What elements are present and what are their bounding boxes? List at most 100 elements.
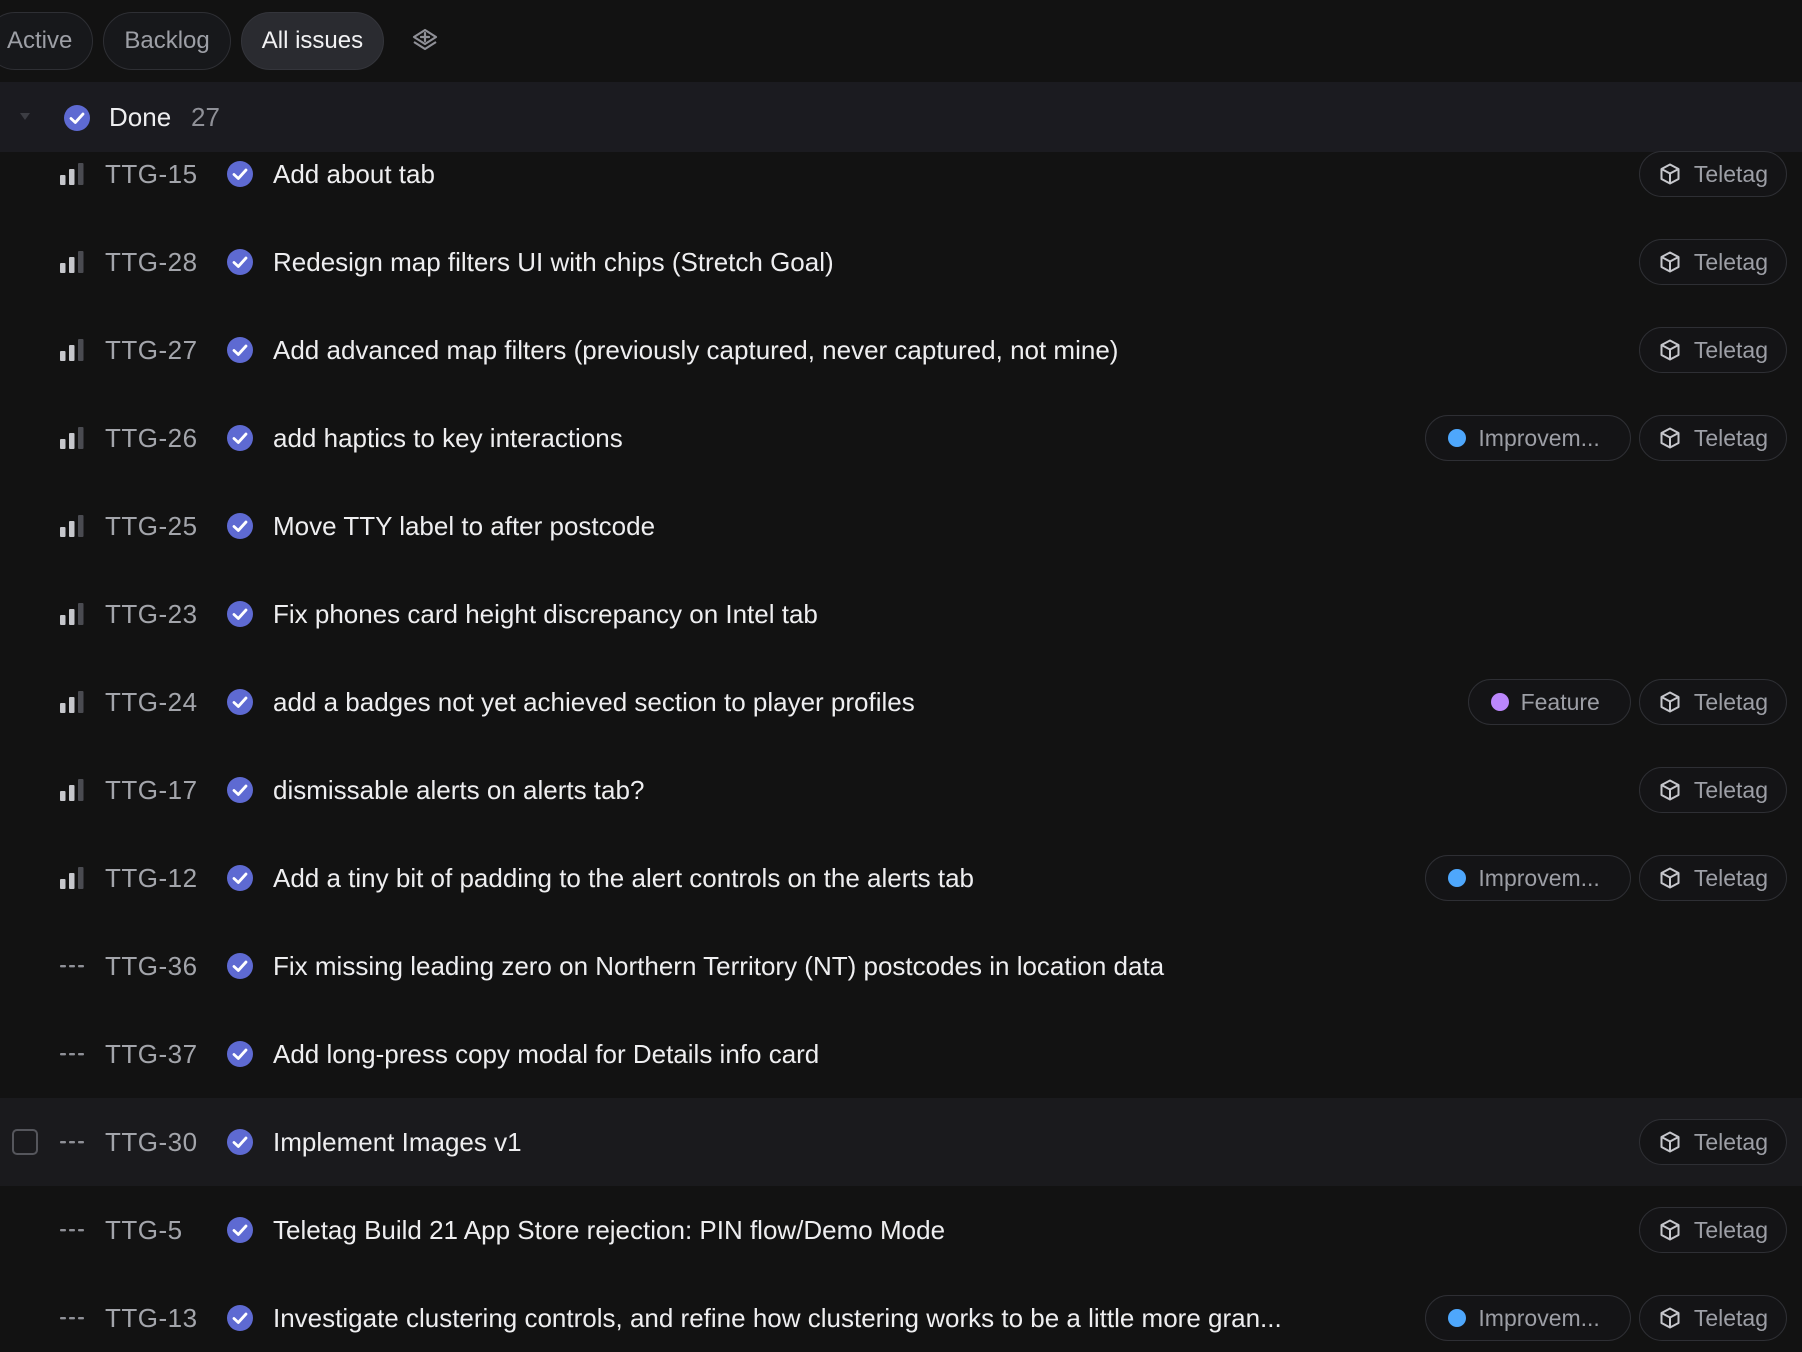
project-chip[interactable]: Teletag — [1638, 151, 1787, 197]
project-name: Teletag — [1693, 336, 1768, 363]
issue-labels: Teletag — [1638, 1119, 1787, 1165]
issue-row[interactable]: TTG-26 add haptics to key interactions Imp… — [0, 394, 1802, 482]
project-chip[interactable]: Teletag — [1638, 855, 1787, 901]
done-status-icon[interactable] — [226, 248, 254, 276]
issue-row[interactable]: TTG-25 Move TTY label to after postcode — [0, 482, 1802, 570]
done-status-icon[interactable] — [226, 336, 254, 364]
issue-row[interactable]: TTG-12 Add a tiny bit of padding to the a… — [0, 834, 1802, 922]
label-name: Improvem... — [1478, 1304, 1600, 1331]
group-count: 27 — [191, 101, 220, 132]
project-cube-icon — [1660, 427, 1680, 449]
row-select-checkbox[interactable] — [12, 1129, 38, 1155]
issue-row[interactable]: TTG-24 add a badges not yet achieved sect… — [0, 658, 1802, 746]
done-status-icon[interactable] — [226, 864, 254, 892]
issue-row[interactable]: TTG-27 Add advanced map filters (previous… — [0, 306, 1802, 394]
issue-row[interactable]: TTG-17 dismissable alerts on alerts tab? T… — [0, 746, 1802, 834]
done-status-icon — [64, 105, 90, 131]
medium-priority-icon[interactable] — [58, 250, 86, 274]
done-status-icon[interactable] — [226, 600, 254, 628]
issue-labels: Improvem... Teletag — [1425, 1295, 1787, 1341]
project-name: Teletag — [1693, 864, 1768, 891]
no-priority-icon[interactable] — [58, 1042, 86, 1066]
issue-title[interactable]: dismissable alerts on alerts tab? — [273, 775, 644, 806]
project-chip[interactable]: Teletag — [1638, 415, 1787, 461]
chevron-down-icon[interactable] — [18, 110, 32, 122]
project-chip[interactable]: Teletag — [1638, 1207, 1787, 1253]
no-priority-icon[interactable] — [58, 1130, 86, 1154]
label-chip[interactable]: Feature — [1467, 679, 1631, 725]
no-priority-icon[interactable] — [58, 1218, 86, 1242]
issue-id: TTG-23 — [105, 598, 198, 629]
label-chip[interactable]: Improvem... — [1425, 855, 1631, 901]
project-chip[interactable]: Teletag — [1638, 679, 1787, 725]
medium-priority-icon[interactable] — [58, 426, 86, 450]
issue-title[interactable]: Add about tab — [273, 159, 435, 190]
done-status-icon[interactable] — [226, 688, 254, 716]
label-chip[interactable]: Improvem... — [1425, 1295, 1631, 1341]
project-cube-icon — [1660, 691, 1680, 713]
done-status-icon[interactable] — [226, 512, 254, 540]
issue-row[interactable]: TTG-30 Implement Images v1 Teletag — [0, 1098, 1802, 1186]
medium-priority-icon[interactable] — [58, 162, 86, 186]
issue-title[interactable]: Move TTY label to after postcode — [273, 511, 655, 542]
project-cube-icon — [1660, 339, 1680, 361]
issue-title[interactable]: Implement Images v1 — [273, 1127, 522, 1158]
issue-labels: Feature Teletag — [1467, 679, 1787, 725]
issue-row[interactable]: TTG-28 Redesign map filters UI with chips… — [0, 218, 1802, 306]
issue-title[interactable]: Teletag Build 21 App Store rejection: PI… — [273, 1215, 945, 1246]
issue-title[interactable]: Fix phones card height discrepancy on In… — [273, 599, 818, 630]
tab-active[interactable]: Active — [0, 12, 94, 70]
project-chip[interactable]: Teletag — [1638, 239, 1787, 285]
project-name: Teletag — [1693, 1128, 1768, 1155]
issue-labels: Improvem... Teletag — [1425, 855, 1787, 901]
issue-title[interactable]: Redesign map filters UI with chips (Stre… — [273, 247, 834, 278]
done-status-icon[interactable] — [226, 1040, 254, 1068]
done-status-icon[interactable] — [226, 424, 254, 452]
done-status-icon[interactable] — [226, 1216, 254, 1244]
project-chip[interactable]: Teletag — [1638, 327, 1787, 373]
done-status-icon[interactable] — [226, 776, 254, 804]
issue-id: TTG-27 — [105, 334, 198, 365]
done-status-icon[interactable] — [226, 952, 254, 980]
project-chip[interactable]: Teletag — [1638, 1295, 1787, 1341]
issue-title[interactable]: add haptics to key interactions — [273, 423, 623, 454]
done-status-icon[interactable] — [226, 160, 254, 188]
project-chip[interactable]: Teletag — [1638, 1119, 1787, 1165]
label-name: Feature — [1520, 688, 1600, 715]
no-priority-icon[interactable] — [58, 1306, 86, 1330]
medium-priority-icon[interactable] — [58, 690, 86, 714]
issue-row[interactable]: TTG-36 Fix missing leading zero on Northe… — [0, 922, 1802, 1010]
project-chip[interactable]: Teletag — [1638, 767, 1787, 813]
label-chip[interactable]: Improvem... — [1425, 415, 1631, 461]
medium-priority-icon[interactable] — [58, 602, 86, 626]
project-name: Teletag — [1693, 1216, 1768, 1243]
group-title: Done — [109, 101, 172, 132]
tab-backlog[interactable]: Backlog — [103, 12, 231, 70]
issue-title[interactable]: Add long-press copy modal for Details in… — [273, 1039, 819, 1070]
label-color-dot — [1490, 693, 1509, 711]
issue-labels: Teletag — [1638, 327, 1787, 373]
medium-priority-icon[interactable] — [58, 866, 86, 890]
medium-priority-icon[interactable] — [58, 514, 86, 538]
project-cube-icon — [1660, 779, 1680, 801]
view-options-icon[interactable] — [408, 24, 442, 58]
issue-title[interactable]: add a badges not yet achieved section to… — [273, 687, 915, 718]
label-name: Improvem... — [1478, 864, 1600, 891]
issue-row[interactable]: TTG-37 Add long-press copy modal for Deta… — [0, 1010, 1802, 1098]
issue-row[interactable]: TTG-15 Add about tab Teletag — [0, 130, 1802, 218]
issue-title[interactable]: Add advanced map filters (previously cap… — [273, 335, 1118, 366]
no-priority-icon[interactable] — [58, 954, 86, 978]
done-status-icon[interactable] — [226, 1304, 254, 1332]
issue-id: TTG-25 — [105, 510, 198, 541]
project-cube-icon — [1660, 1219, 1680, 1241]
medium-priority-icon[interactable] — [58, 338, 86, 362]
tab-all-issues[interactable]: All issues — [240, 12, 385, 70]
issue-title[interactable]: Fix missing leading zero on Northern Ter… — [273, 951, 1164, 982]
issue-row[interactable]: TTG-23 Fix phones card height discrepancy… — [0, 570, 1802, 658]
issue-title[interactable]: Add a tiny bit of padding to the alert c… — [273, 863, 974, 894]
done-status-icon[interactable] — [226, 1128, 254, 1156]
issue-row[interactable]: TTG-13 Investigate clustering controls, a… — [0, 1274, 1802, 1352]
issue-title[interactable]: Investigate clustering controls, and ref… — [273, 1303, 1282, 1334]
medium-priority-icon[interactable] — [58, 778, 86, 802]
issue-row[interactable]: TTG-5 Teletag Build 21 App Store rejectio… — [0, 1186, 1802, 1274]
